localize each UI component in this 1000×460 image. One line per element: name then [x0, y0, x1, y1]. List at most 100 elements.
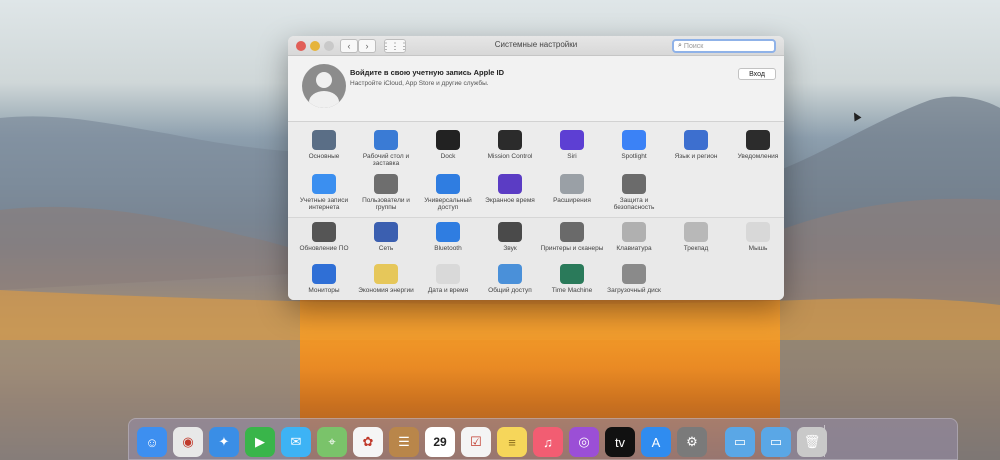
pref-siri[interactable]: Siri — [539, 130, 605, 160]
photos-icon[interactable]: ✿ — [353, 427, 383, 457]
music-icon[interactable]: ♫ — [533, 427, 563, 457]
pref-label: Мониторы — [308, 287, 340, 294]
pref-mission-control[interactable]: Mission Control — [477, 130, 543, 160]
avatar-head — [316, 72, 332, 88]
pref-displays[interactable]: Мониторы — [291, 264, 357, 294]
pref-time-machine[interactable]: Time Machine — [539, 264, 605, 294]
pref-label: Mission Control — [487, 153, 533, 160]
pref-startup-disk[interactable]: Загрузочный диск — [601, 264, 667, 294]
contacts-icon[interactable]: ☰ — [389, 427, 419, 457]
pref-internet-accounts[interactable]: Учетные записи интернета — [291, 174, 357, 212]
pref-label: Bluetooth — [434, 245, 462, 252]
pref-screen-time[interactable]: Экранное время — [477, 174, 543, 204]
pref-label: Расширения — [553, 197, 591, 204]
safari-icon[interactable]: ✦ — [209, 427, 239, 457]
system-preferences-window: ‹ › ⋮⋮⋮ Системные настройки ⌕ Поиск Войд… — [288, 36, 784, 300]
printer-icon — [560, 222, 584, 242]
desktop-icon — [374, 130, 398, 150]
pref-label: Time Machine — [551, 287, 593, 294]
pref-sharing[interactable]: Общий доступ — [477, 264, 543, 294]
pref-label: Рабочий стол и заставка — [362, 153, 410, 168]
facetime-icon[interactable]: ▶ — [245, 427, 275, 457]
pref-trackpad[interactable]: Трекпад — [663, 222, 729, 252]
network-icon — [374, 222, 398, 242]
pref-notifications[interactable]: Уведомления — [725, 130, 784, 160]
dock-icon — [436, 130, 460, 150]
pref-keyboard[interactable]: Клавиатура — [601, 222, 667, 252]
energy-saver-icon — [374, 264, 398, 284]
preferences-section-personal: Основные Рабочий стол и заставка Dock Missi… — [288, 122, 784, 218]
pref-spotlight[interactable]: Spotlight — [601, 130, 667, 160]
pref-label: Учетные записи интернета — [299, 197, 349, 212]
pref-mouse[interactable]: Мышь — [725, 222, 784, 252]
login-button[interactable]: Вход — [738, 68, 776, 80]
pref-software-update[interactable]: Обновление ПО — [291, 222, 357, 252]
avatar-body — [309, 91, 339, 108]
preferences-section-hardware: Обновление ПО Сеть Bluetooth Звук Принтеры и… — [288, 218, 784, 300]
startup-disk-icon — [622, 264, 646, 284]
software-update-icon — [312, 222, 336, 242]
pref-general[interactable]: Основные — [291, 130, 357, 160]
calendar-icon[interactable]: 29 — [425, 427, 455, 457]
apple-id-title: Войдите в свою учетную запись Apple ID — [350, 68, 505, 77]
maps-icon[interactable]: ⌖ — [317, 427, 347, 457]
security-icon — [622, 174, 646, 194]
pref-sound[interactable]: Звук — [477, 222, 543, 252]
avatar[interactable] — [302, 64, 346, 108]
search-placeholder: Поиск — [683, 42, 704, 50]
search-icon: ⌕ — [678, 42, 682, 49]
pref-label: Spotlight — [621, 153, 647, 160]
system-preferences-icon[interactable]: ⚙ — [677, 427, 707, 457]
pref-desktop[interactable]: Рабочий стол и заставка — [353, 130, 419, 168]
pref-security[interactable]: Защита и безопасность — [601, 174, 667, 212]
chrome-icon[interactable]: ◉ — [173, 427, 203, 457]
bluetooth-icon — [436, 222, 460, 242]
pref-label: Основные — [308, 153, 340, 160]
pref-dock[interactable]: Dock — [415, 130, 481, 160]
pref-label: Загрузочный диск — [607, 287, 661, 294]
search-input[interactable]: ⌕ Поиск — [672, 39, 776, 53]
pref-printer[interactable]: Принтеры и сканеры — [539, 222, 605, 252]
mission-control-icon — [498, 130, 522, 150]
pref-language[interactable]: Язык и регион — [663, 130, 729, 160]
dock: ☺ ◉ ✦ ▶ ✉ ⌖ ✿ ☰ 29 ☑ ≡ ♫ ◎ tv A ⚙ ▭ ▭ 🗑 — [128, 418, 958, 460]
pref-label: Клавиатура — [616, 245, 652, 252]
app-store-icon[interactable]: A — [641, 427, 671, 457]
pref-label: Уведомления — [737, 153, 779, 160]
time-machine-icon — [560, 264, 584, 284]
screen-time-icon — [498, 174, 522, 194]
pref-label: Звук — [503, 245, 517, 252]
trash-icon[interactable]: 🗑 — [797, 427, 827, 457]
date-time-icon — [436, 264, 460, 284]
displays-icon — [312, 264, 336, 284]
pref-bluetooth[interactable]: Bluetooth — [415, 222, 481, 252]
siri-icon — [560, 130, 584, 150]
messages-icon[interactable]: ✉ — [281, 427, 311, 457]
pref-network[interactable]: Сеть — [353, 222, 419, 252]
apple-id-subtitle: Настройте iCloud, App Store и другие слу… — [350, 80, 489, 87]
podcasts-icon[interactable]: ◎ — [569, 427, 599, 457]
pref-label: Универсальный доступ — [424, 197, 472, 212]
pref-accessibility[interactable]: Универсальный доступ — [415, 174, 481, 212]
pref-date-time[interactable]: Дата и время — [415, 264, 481, 294]
pref-users[interactable]: Пользователи и группы — [353, 174, 419, 212]
notes-icon[interactable]: ≡ — [497, 427, 527, 457]
applications-folder-icon[interactable]: ▭ — [725, 427, 755, 457]
sharing-icon — [498, 264, 522, 284]
pref-label: Защита и безопасность — [613, 197, 655, 212]
general-icon — [312, 130, 336, 150]
reminders-icon[interactable]: ☑ — [461, 427, 491, 457]
pref-energy-saver[interactable]: Экономия энергии — [353, 264, 419, 294]
finder-icon[interactable]: ☺ — [137, 427, 167, 457]
pref-label: Экономия энергии — [358, 287, 414, 294]
pref-label: Принтеры и сканеры — [540, 245, 604, 252]
pref-extensions[interactable]: Расширения — [539, 174, 605, 204]
keyboard-icon — [622, 222, 646, 242]
pref-label: Обновление ПО — [299, 245, 349, 252]
pref-label: Dock — [440, 153, 456, 160]
extensions-icon — [560, 174, 584, 194]
apple-tv-icon[interactable]: tv — [605, 427, 635, 457]
accessibility-icon — [436, 174, 460, 194]
downloads-folder-icon[interactable]: ▭ — [761, 427, 791, 457]
pref-label: Мышь — [748, 245, 768, 252]
